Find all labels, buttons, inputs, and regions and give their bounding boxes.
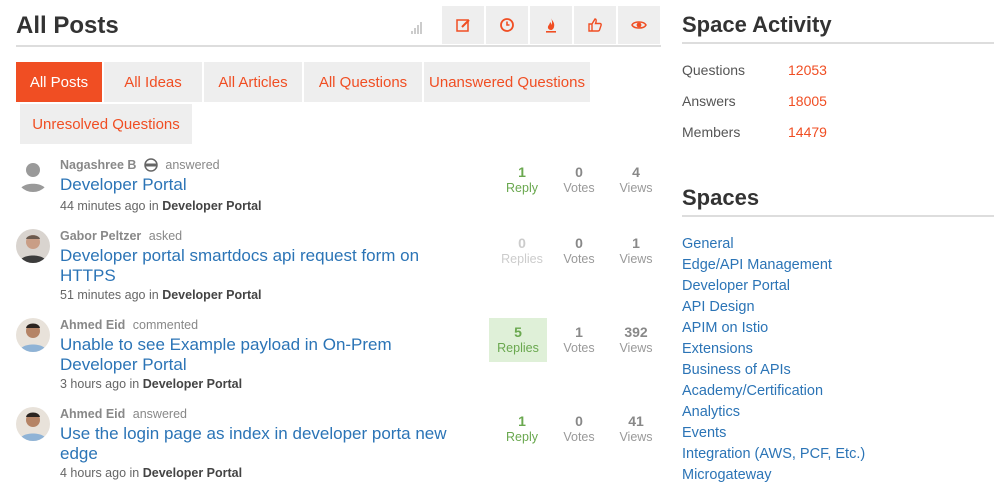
flame-icon <box>546 18 556 33</box>
sort-views-button[interactable] <box>618 6 660 44</box>
activity-answers: Answers 18005 <box>682 93 827 109</box>
edit-icon <box>456 19 470 32</box>
vote-count: 1 Votes <box>563 324 595 355</box>
activity-members: Members 14479 <box>682 124 827 140</box>
post-item: Gabor Peltzer asked Developer portal sma… <box>16 229 661 304</box>
post-title-link[interactable]: Developer portal smartdocs api request f… <box>60 246 450 286</box>
post-in: in <box>129 466 140 480</box>
post-meta: Ahmed Eid answered <box>60 407 187 421</box>
posts-header: All Posts <box>16 0 661 47</box>
post-author[interactable]: Gabor Peltzer <box>60 229 141 243</box>
post-action: answered <box>165 158 220 172</box>
vote-count: 0 Votes <box>563 164 595 195</box>
reply-count: 1 Reply <box>506 164 538 195</box>
space-link-events[interactable]: Events <box>682 425 726 441</box>
post-author[interactable]: Nagashree B <box>60 158 136 172</box>
space-link-integration[interactable]: Integration (AWS, PCF, Etc.) <box>682 446 865 462</box>
activity-members-value: 14479 <box>788 124 827 140</box>
post-title-link[interactable]: Unable to see Example payload in On-Prem… <box>60 335 450 375</box>
space-link-apim-on-istio[interactable]: APIM on Istio <box>682 320 768 336</box>
post-space-link[interactable]: Developer Portal <box>143 377 242 391</box>
space-link-business-of-apis[interactable]: Business of APIs <box>682 362 791 378</box>
user-badge-icon <box>144 158 158 172</box>
post-in: in <box>129 377 140 391</box>
post-title-link[interactable]: Use the login page as index in developer… <box>60 424 450 464</box>
filter-unanswered-questions[interactable]: Unanswered Questions <box>424 62 590 102</box>
post-time: 51 minutes ago <box>60 288 146 302</box>
reply-count: 1 Reply <box>506 413 538 444</box>
post-in: in <box>148 288 159 302</box>
post-footer: 3 hours ago in Developer Portal <box>60 377 242 391</box>
post-space-link[interactable]: Developer Portal <box>162 199 261 213</box>
filter-unresolved-questions[interactable]: Unresolved Questions <box>20 104 192 144</box>
post-action: asked <box>148 229 183 243</box>
clock-icon <box>500 18 514 32</box>
post-action: answered <box>132 407 187 421</box>
spaces-panel: Spaces <box>682 185 994 217</box>
sort-toolbar <box>442 6 660 44</box>
signal-icon <box>411 20 425 34</box>
post-footer: 51 minutes ago in Developer Portal <box>60 288 262 302</box>
sort-newest-button[interactable] <box>442 6 484 44</box>
view-count: 41 Views <box>619 413 653 444</box>
post-time: 44 minutes ago <box>60 199 146 213</box>
post-author[interactable]: Ahmed Eid <box>60 318 125 332</box>
eye-icon <box>631 21 647 29</box>
post-footer: 44 minutes ago in Developer Portal <box>60 199 262 213</box>
view-count: 4 Views <box>619 164 653 195</box>
post-action: commented <box>132 318 199 332</box>
vote-count: 0 Votes <box>563 235 595 266</box>
activity-questions-value: 12053 <box>788 62 827 78</box>
avatar <box>16 229 50 263</box>
thumbs-up-icon <box>588 18 602 32</box>
reply-count: 5 Replies <box>489 318 547 362</box>
post-in: in <box>148 199 159 213</box>
post-space-link[interactable]: Developer Portal <box>143 466 242 480</box>
avatar <box>16 158 50 192</box>
space-activity-title: Space Activity <box>682 12 994 44</box>
space-activity-panel: Space Activity <box>682 12 994 44</box>
main-content: All Posts All Posts All Ideas All Articl… <box>16 0 661 480</box>
filter-all-ideas[interactable]: All Ideas <box>104 62 202 102</box>
avatar <box>16 318 50 352</box>
space-link-api-design[interactable]: API Design <box>682 299 755 315</box>
activity-answers-value: 18005 <box>788 93 827 109</box>
activity-questions: Questions 12053 <box>682 62 827 78</box>
post-author[interactable]: Ahmed Eid <box>60 407 125 421</box>
space-link-academy-certification[interactable]: Academy/Certification <box>682 383 823 399</box>
avatar <box>16 407 50 441</box>
post-item: Ahmed Eid answered Use the login page as… <box>16 407 661 482</box>
space-link-edge-api-management[interactable]: Edge/API Management <box>682 257 832 273</box>
space-link-microgateway[interactable]: Microgateway <box>682 467 771 483</box>
vote-count: 0 Votes <box>563 413 595 444</box>
sort-active-button[interactable] <box>486 6 528 44</box>
filter-all-questions[interactable]: All Questions <box>304 62 422 102</box>
post-time: 4 hours ago <box>60 466 127 480</box>
post-space-link[interactable]: Developer Portal <box>162 288 261 302</box>
post-footer: 4 hours ago in Developer Portal <box>60 466 242 480</box>
space-link-developer-portal[interactable]: Developer Portal <box>682 278 790 294</box>
filter-all-posts[interactable]: All Posts <box>16 62 102 102</box>
space-link-analytics[interactable]: Analytics <box>682 404 740 420</box>
post-meta: Gabor Peltzer asked <box>60 229 182 243</box>
post-item: Ahmed Eid commented Unable to see Exampl… <box>16 318 661 393</box>
sort-hottest-button[interactable] <box>530 6 572 44</box>
post-title-link[interactable]: Developer Portal <box>60 175 450 195</box>
view-count: 1 Views <box>619 235 653 266</box>
view-count: 392 Views <box>619 324 653 355</box>
post-item: Nagashree B answered Developer Portal 44… <box>16 158 661 218</box>
sort-votes-button[interactable] <box>574 6 616 44</box>
post-time: 3 hours ago <box>60 377 127 391</box>
space-link-general[interactable]: General <box>682 236 734 252</box>
filter-all-articles[interactable]: All Articles <box>204 62 302 102</box>
post-meta: Nagashree B answered <box>60 158 220 172</box>
spaces-title: Spaces <box>682 185 994 217</box>
reply-count: 0 Replies <box>501 235 543 266</box>
space-link-extensions[interactable]: Extensions <box>682 341 753 357</box>
page-title: All Posts <box>16 12 119 39</box>
post-meta: Ahmed Eid commented <box>60 318 198 332</box>
